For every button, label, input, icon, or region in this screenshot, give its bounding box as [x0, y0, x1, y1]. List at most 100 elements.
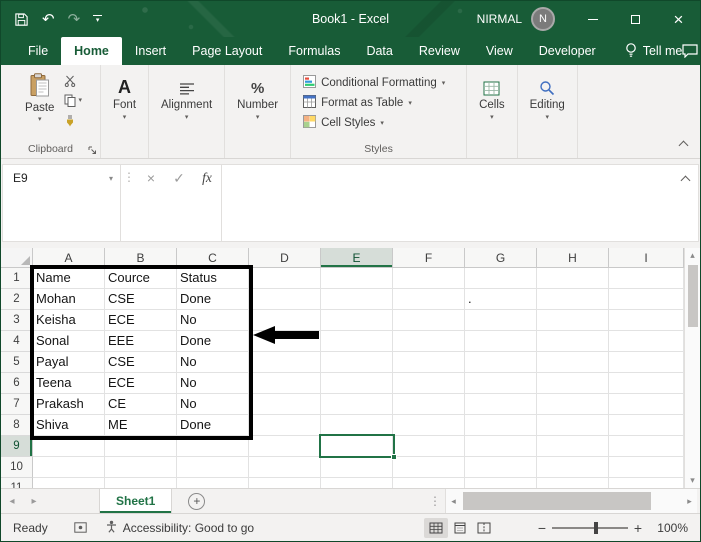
sheet-tab-sheet1[interactable]: Sheet1	[99, 489, 173, 513]
sheet-nav-right-icon[interactable]: ▸	[23, 489, 45, 513]
row-header-3[interactable]: 3	[1, 310, 33, 331]
paste-button[interactable]: Paste ▾	[19, 71, 60, 127]
row-header-10[interactable]: 10	[1, 457, 33, 478]
column-header-I[interactable]: I	[609, 248, 684, 268]
tell-me-button[interactable]: Tell me	[625, 37, 682, 65]
cell-D8[interactable]	[249, 415, 321, 436]
column-header-D[interactable]: D	[249, 248, 321, 268]
cell-D1[interactable]	[249, 268, 321, 289]
cell-A11[interactable]	[33, 478, 105, 488]
zoom-percentage[interactable]: 100%	[654, 521, 688, 535]
cell-I11[interactable]	[609, 478, 684, 488]
tab-page-layout[interactable]: Page Layout	[179, 37, 275, 65]
cell-I6[interactable]	[609, 373, 684, 394]
editing-group-button[interactable]: Editing ▾	[518, 65, 578, 158]
zoom-slider-thumb[interactable]	[594, 521, 599, 534]
horizontal-scroll-thumb[interactable]	[463, 492, 651, 510]
horizontal-scrollbar[interactable]: ◂ ▸	[445, 489, 697, 513]
cell-A7[interactable]: Prakash	[33, 394, 105, 415]
cell-E5[interactable]	[321, 352, 393, 373]
column-header-A[interactable]: A	[33, 248, 105, 268]
format-as-table-button[interactable]: Format as Table ▾	[301, 93, 414, 113]
cell-F8[interactable]	[393, 415, 465, 436]
cell-B10[interactable]	[105, 457, 177, 478]
cell-E10[interactable]	[321, 457, 393, 478]
cell-E7[interactable]	[321, 394, 393, 415]
cell-C7[interactable]: No	[177, 394, 249, 415]
cell-F6[interactable]	[393, 373, 465, 394]
cell-G3[interactable]	[465, 310, 537, 331]
tab-formulas[interactable]: Formulas	[275, 37, 353, 65]
redo-icon[interactable]: ↷	[68, 12, 81, 27]
cell-F9[interactable]	[393, 436, 465, 457]
collapse-formula-bar-icon[interactable]	[680, 173, 691, 187]
cell-E9[interactable]	[321, 436, 393, 457]
cell-H5[interactable]	[537, 352, 609, 373]
cell-E1[interactable]	[321, 268, 393, 289]
cell-A5[interactable]: Payal	[33, 352, 105, 373]
cell-D4[interactable]	[249, 331, 321, 352]
alignment-group-button[interactable]: Alignment ▾	[149, 65, 226, 158]
tab-insert[interactable]: Insert	[122, 37, 179, 65]
undo-icon[interactable]: ↶	[42, 12, 55, 27]
tab-developer[interactable]: Developer	[526, 37, 609, 65]
row-header-7[interactable]: 7	[1, 394, 33, 415]
cell-B6[interactable]: ECE	[105, 373, 177, 394]
font-group-button[interactable]: A Font ▾	[101, 65, 150, 158]
zoom-in-button[interactable]: +	[628, 520, 648, 536]
cell-F3[interactable]	[393, 310, 465, 331]
cell-A4[interactable]: Sonal	[33, 331, 105, 352]
cell-C4[interactable]: Done	[177, 331, 249, 352]
row-header-1[interactable]: 1	[1, 268, 33, 289]
cell-D5[interactable]	[249, 352, 321, 373]
cell-D10[interactable]	[249, 457, 321, 478]
cell-H1[interactable]	[537, 268, 609, 289]
cell-H10[interactable]	[537, 457, 609, 478]
tab-home[interactable]: Home	[61, 37, 122, 65]
cell-C10[interactable]	[177, 457, 249, 478]
format-painter-button[interactable]	[64, 114, 82, 127]
cell-G6[interactable]	[465, 373, 537, 394]
clipboard-dialog-launcher-icon[interactable]	[88, 146, 97, 155]
cell-A3[interactable]: Keisha	[33, 310, 105, 331]
row-header-5[interactable]: 5	[1, 352, 33, 373]
cell-E11[interactable]	[321, 478, 393, 488]
cell-C6[interactable]: No	[177, 373, 249, 394]
cell-I3[interactable]	[609, 310, 684, 331]
cell-B7[interactable]: CE	[105, 394, 177, 415]
cell-B1[interactable]: Cource	[105, 268, 177, 289]
cell-I10[interactable]	[609, 457, 684, 478]
cell-D11[interactable]	[249, 478, 321, 488]
cell-C5[interactable]: No	[177, 352, 249, 373]
scroll-right-icon[interactable]: ▸	[682, 489, 697, 513]
cell-I5[interactable]	[609, 352, 684, 373]
cell-C3[interactable]: No	[177, 310, 249, 331]
row-header-9[interactable]: 9	[1, 436, 33, 457]
name-box[interactable]: E9 ▾	[3, 165, 120, 191]
row-header-11[interactable]: 11	[1, 478, 33, 488]
cell-F2[interactable]	[393, 289, 465, 310]
cell-H9[interactable]	[537, 436, 609, 457]
cell-B11[interactable]	[105, 478, 177, 488]
cell-H7[interactable]	[537, 394, 609, 415]
cell-E6[interactable]	[321, 373, 393, 394]
new-sheet-button[interactable]: +	[188, 492, 206, 510]
cell-G1[interactable]	[465, 268, 537, 289]
zoom-slider[interactable]	[552, 521, 628, 535]
user-name[interactable]: NIRMAL	[477, 12, 522, 26]
normal-view-icon[interactable]	[424, 517, 448, 538]
cell-H11[interactable]	[537, 478, 609, 488]
row-header-6[interactable]: 6	[1, 373, 33, 394]
cell-C9[interactable]	[177, 436, 249, 457]
macro-record-icon[interactable]	[73, 522, 87, 533]
comments-icon[interactable]	[682, 37, 698, 65]
column-header-H[interactable]: H	[537, 248, 609, 268]
cell-F5[interactable]	[393, 352, 465, 373]
cell-B2[interactable]: CSE	[105, 289, 177, 310]
scroll-down-icon[interactable]: ▾	[685, 473, 700, 488]
cell-E3[interactable]	[321, 310, 393, 331]
column-header-E[interactable]: E	[321, 248, 393, 268]
cell-D2[interactable]	[249, 289, 321, 310]
cell-A6[interactable]: Teena	[33, 373, 105, 394]
user-avatar[interactable]: N	[531, 7, 555, 31]
